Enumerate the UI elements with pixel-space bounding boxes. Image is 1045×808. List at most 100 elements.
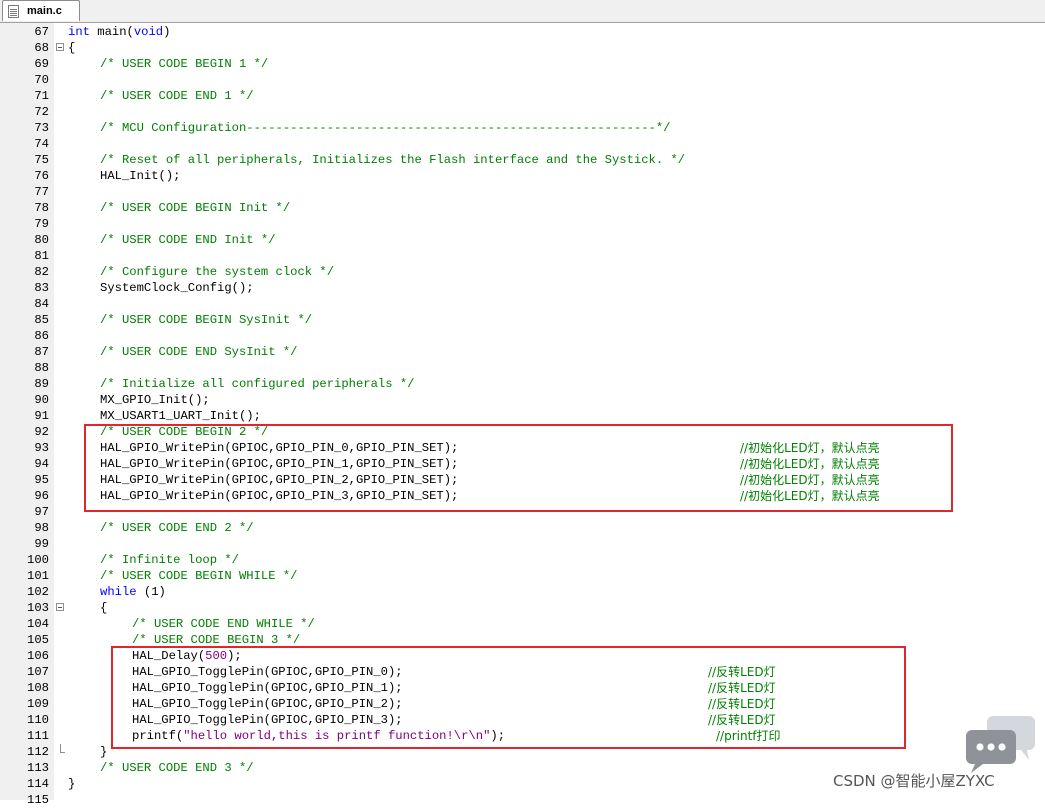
code-line[interactable]: 86 [0,328,1045,344]
line-number: 96 [34,489,49,503]
line-number: 74 [34,137,49,151]
code-comment: /* USER CODE BEGIN WHILE */ [100,569,298,583]
code-line[interactable]: 81 [0,248,1045,264]
line-number: 72 [34,105,49,119]
code-text: /* Initialize all configured peripherals… [100,376,415,392]
code-text: { [100,600,107,616]
code-line[interactable]: 74 [0,136,1045,152]
code-token: HAL_Init(); [100,169,181,183]
code-text: MX_GPIO_Init(); [100,392,210,408]
fold-collapse-icon[interactable] [56,603,64,611]
code-line[interactable]: 101 /* USER CODE BEGIN WHILE */ [0,568,1045,584]
line-number: 115 [27,793,49,807]
code-text: SystemClock_Config(); [100,280,254,296]
line-number: 91 [34,409,49,423]
code-comment: /* Reset of all peripherals, Initializes… [100,153,686,167]
line-number: 106 [27,649,49,663]
code-text: MX_USART1_UART_Init(); [100,408,261,424]
line-number: 73 [34,121,49,135]
line-number: 108 [27,681,49,695]
code-comment: /* USER CODE BEGIN Init */ [100,201,291,215]
code-text: /* USER CODE BEGIN Init */ [100,200,290,216]
code-line[interactable]: 87 /* USER CODE END SysInit */ [0,344,1045,360]
highlight-box-toggle-leds [111,646,906,749]
code-line[interactable]: 115 [0,792,1045,808]
code-token: MX_GPIO_Init(); [100,393,210,407]
line-number: 77 [34,185,49,199]
code-line[interactable]: 99 [0,536,1045,552]
code-line[interactable]: 100 /* Infinite loop */ [0,552,1045,568]
line-number: 109 [27,697,49,711]
c-file-icon [8,4,19,18]
fold-collapse-icon[interactable] [56,43,64,51]
code-comment: /* Configure the system clock */ [100,265,335,279]
line-number: 86 [34,329,49,343]
code-line[interactable]: 77 [0,184,1045,200]
code-line[interactable]: 69 /* USER CODE BEGIN 1 */ [0,56,1045,72]
code-line[interactable]: 98 /* USER CODE END 2 */ [0,520,1045,536]
line-number: 99 [34,537,49,551]
code-line[interactable]: 71 /* USER CODE END 1 */ [0,88,1045,104]
code-comment: /* Infinite loop */ [100,553,239,567]
line-number: 87 [34,345,49,359]
code-token: } [100,745,108,759]
code-text: int main(void) [68,24,170,40]
code-line[interactable]: 79 [0,216,1045,232]
code-comment: /* USER CODE END WHILE */ [132,617,315,631]
code-comment: /* USER CODE END SysInit */ [100,345,298,359]
code-text: /* USER CODE BEGIN WHILE */ [100,568,297,584]
code-line[interactable]: 75 /* Reset of all peripherals, Initializ… [0,152,1045,168]
code-comment: /* USER CODE END Init */ [100,233,276,247]
code-comment: /* USER CODE END 1 */ [100,89,254,103]
line-number: 100 [27,553,49,567]
code-comment: /* USER CODE END 2 */ [100,521,254,535]
code-line[interactable]: 104 /* USER CODE END WHILE */ [0,616,1045,632]
line-number: 81 [34,249,49,263]
code-line[interactable]: 70 [0,72,1045,88]
line-number: 67 [34,25,49,39]
code-line[interactable]: 73 /* MCU Configuration------------------… [0,120,1045,136]
code-token: MX_USART1_UART_Init(); [100,409,261,423]
line-number: 85 [34,313,49,327]
code-line[interactable]: 82 /* Configure the system clock */ [0,264,1045,280]
code-line[interactable]: 103 { [0,600,1045,616]
code-line[interactable]: 89 /* Initialize all configured periphera… [0,376,1045,392]
code-line[interactable]: 90 MX_GPIO_Init(); [0,392,1045,408]
line-number: 110 [27,713,49,727]
code-line[interactable]: 84 [0,296,1045,312]
code-line[interactable]: 102 while (1) [0,584,1045,600]
line-number: 89 [34,377,49,391]
code-comment: /* USER CODE BEGIN 3 */ [132,633,301,647]
editor-tab-bar: main.c [0,0,1045,23]
code-line[interactable]: 72 [0,104,1045,120]
code-line[interactable]: 88 [0,360,1045,376]
tab-label: main.c [27,5,62,17]
code-line[interactable]: 76 HAL_Init(); [0,168,1045,184]
code-line[interactable]: 80 /* USER CODE END Init */ [0,232,1045,248]
code-line[interactable]: 85 /* USER CODE BEGIN SysInit */ [0,312,1045,328]
line-number: 102 [27,585,49,599]
code-text: /* Configure the system clock */ [100,264,334,280]
code-comment: /* USER CODE BEGIN 1 */ [100,57,269,71]
code-keyword: void [133,25,164,39]
csdn-watermark: CSDN @智能小屋ZYXC [833,772,995,790]
tab-main-c[interactable]: main.c [2,0,80,21]
line-number: 111 [27,729,49,743]
code-comment: /* USER CODE END 3 */ [100,761,254,775]
code-text: } [100,744,107,760]
highlight-box-init-leds [84,424,953,512]
fold-end-marker [60,744,65,753]
line-number: 90 [34,393,49,407]
code-line[interactable]: 91 MX_USART1_UART_Init(); [0,408,1045,424]
code-token: } [68,777,76,791]
code-line[interactable]: 68 { [0,40,1045,56]
line-number: 70 [34,73,49,87]
code-text: /* Reset of all peripherals, Initializes… [100,152,685,168]
code-line[interactable]: 78 /* USER CODE BEGIN Init */ [0,200,1045,216]
line-number: 105 [27,633,49,647]
code-line[interactable]: 67 int main(void) [0,24,1045,40]
code-line[interactable]: 83 SystemClock_Config(); [0,280,1045,296]
line-number: 79 [34,217,49,231]
line-number: 103 [27,601,49,615]
code-text: /* USER CODE BEGIN 1 */ [100,56,268,72]
